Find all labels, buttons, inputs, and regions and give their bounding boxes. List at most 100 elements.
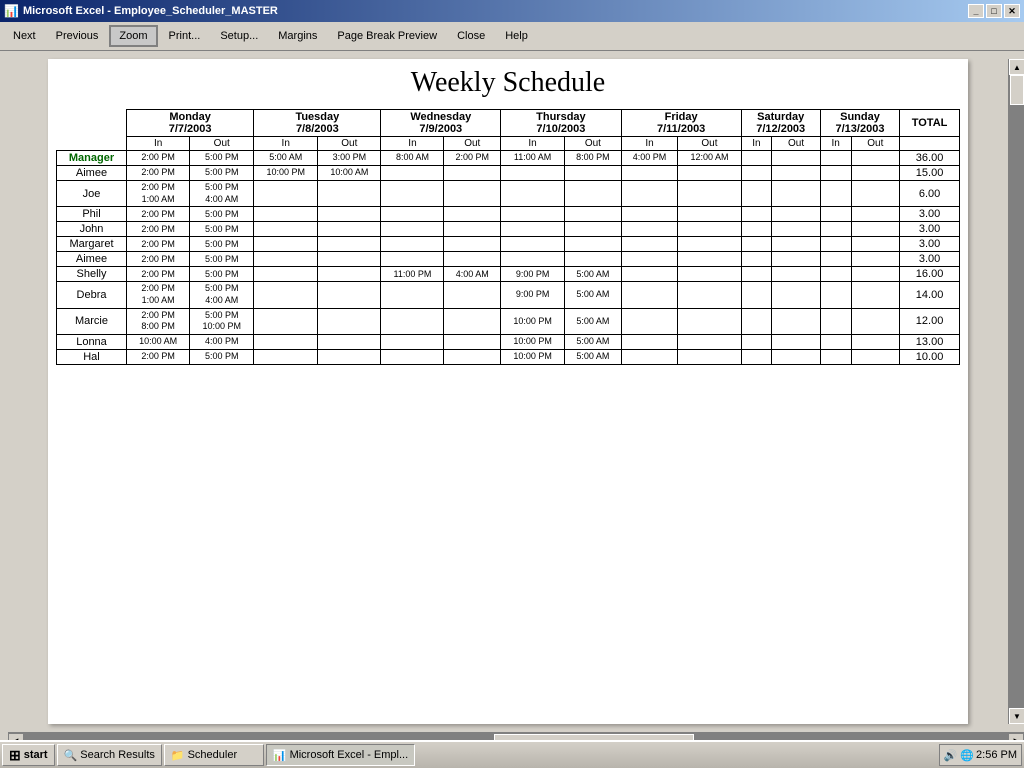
taskbar-excel-label: Microsoft Excel - Empl... [290, 749, 409, 761]
table-row: Lonna 10:00 AM 4:00 PM 10:00 PM 5:00 AM [57, 335, 960, 350]
time-cell: 10:00 PM [501, 335, 565, 350]
time-cell [741, 308, 772, 334]
setup-button[interactable]: Setup... [211, 25, 267, 47]
time-cell [741, 350, 772, 365]
employee-name: Hal [57, 350, 127, 365]
time-cell [444, 222, 501, 237]
close-button[interactable]: ✕ [1004, 4, 1020, 18]
time-cell [501, 166, 565, 181]
scroll-down-button[interactable]: ▼ [1009, 708, 1024, 724]
employee-name: Manager [57, 151, 127, 166]
employee-name: Aimee [57, 252, 127, 267]
margins-button[interactable]: Margins [269, 25, 326, 47]
toolbar: Next Previous Zoom Print... Setup... Mar… [0, 22, 1024, 51]
page-area: Weekly Schedule Monday 7/7/2003 [8, 51, 1024, 732]
total-value: 13.00 [900, 335, 960, 350]
time-cell: 2:00 PM [127, 252, 190, 267]
time-cell: 4:00 PM [621, 151, 678, 166]
time-cell [318, 267, 381, 282]
time-cell [741, 267, 772, 282]
time-cell [820, 350, 851, 365]
time-cell: 10:00 AM [127, 335, 190, 350]
help-button[interactable]: Help [496, 25, 537, 47]
page-break-preview-button[interactable]: Page Break Preview [328, 25, 446, 47]
time-cell [621, 181, 678, 207]
time-cell [444, 282, 501, 308]
close-button-toolbar[interactable]: Close [448, 25, 494, 47]
table-row: Aimee 2:00 PM 5:00 PM [57, 252, 960, 267]
total-header: TOTAL [900, 110, 960, 137]
empty-inout [57, 137, 127, 151]
time-cell [772, 151, 821, 166]
time-cell: 5:00 PM [190, 267, 254, 282]
time-cell [772, 267, 821, 282]
time-cell [772, 350, 821, 365]
zoom-button[interactable]: Zoom [109, 25, 157, 47]
schedule-container: Weekly Schedule Monday 7/7/2003 [48, 59, 968, 373]
time-cell [381, 282, 444, 308]
next-button[interactable]: Next [4, 25, 45, 47]
maximize-button[interactable]: □ [986, 4, 1002, 18]
scheduler-icon: 📁 [171, 749, 185, 762]
scroll-thumb[interactable] [1010, 75, 1024, 105]
time-cell: 5:00 PM [190, 252, 254, 267]
time-cell: 11:00 PM [381, 267, 444, 282]
taskbar-item-search[interactable]: 🔍 Search Results [57, 744, 162, 766]
schedule-table: Monday 7/7/2003 Tuesday 7/8/2003 Wednesd… [56, 109, 960, 365]
time-cell [741, 181, 772, 207]
taskbar-item-scheduler[interactable]: 📁 Scheduler [164, 744, 264, 766]
print-button[interactable]: Print... [160, 25, 210, 47]
time-cell [851, 267, 900, 282]
time-cell [851, 181, 900, 207]
time-cell [254, 335, 318, 350]
time-cell [741, 166, 772, 181]
time-cell [772, 166, 821, 181]
time-cell [565, 237, 622, 252]
time-cell [444, 237, 501, 252]
total-value: 3.00 [900, 237, 960, 252]
taskbar-clock-area: 🔊 🌐 2:56 PM [939, 744, 1022, 766]
wednesday-header: Wednesday 7/9/2003 [381, 110, 501, 137]
time-cell: 4:00 PM [190, 335, 254, 350]
content-area: Weekly Schedule Monday 7/7/2003 [8, 51, 1024, 748]
taskbar-search-label: Search Results [80, 749, 155, 761]
excel-icon: 📊 [273, 749, 287, 762]
time-cell [851, 282, 900, 308]
time-cell [621, 350, 678, 365]
time-cell: 5:00 AM [254, 151, 318, 166]
time-cell [254, 207, 318, 222]
start-button[interactable]: ⊞ start [2, 744, 55, 766]
time-cell: 2:00 PM [127, 237, 190, 252]
time-cell [820, 237, 851, 252]
time-cell [741, 282, 772, 308]
scroll-up-button[interactable]: ▲ [1009, 59, 1024, 75]
work-area: Weekly Schedule Monday 7/7/2003 [0, 51, 1024, 748]
time-cell [820, 166, 851, 181]
time-cell [741, 151, 772, 166]
scroll-track [1009, 75, 1024, 708]
time-cell [851, 252, 900, 267]
wed-out: Out [444, 137, 501, 151]
time-cell: 2:00 PM8:00 PM [127, 308, 190, 334]
employee-name: Joe [57, 181, 127, 207]
table-row: Aimee 2:00 PM 5:00 PM 10:00 PM 10:00 AM [57, 166, 960, 181]
time-cell [565, 252, 622, 267]
time-cell [254, 181, 318, 207]
time-cell: 2:00 PM1:00 AM [127, 282, 190, 308]
sunday-header: Sunday 7/13/2003 [820, 110, 899, 137]
previous-button[interactable]: Previous [47, 25, 108, 47]
total-value: 6.00 [900, 181, 960, 207]
minimize-button[interactable]: _ [968, 4, 984, 18]
vertical-scrollbar[interactable]: ▲ ▼ [1008, 59, 1024, 724]
wed-in: In [381, 137, 444, 151]
time-cell [678, 181, 741, 207]
time-cell: 2:00 PM [127, 207, 190, 222]
time-cell [381, 166, 444, 181]
time-cell [678, 308, 741, 334]
time-cell [381, 308, 444, 334]
fri-out: Out [678, 137, 741, 151]
time-cell: 2:00 PM [127, 151, 190, 166]
taskbar-item-excel[interactable]: 📊 Microsoft Excel - Empl... [266, 744, 415, 766]
time-cell [501, 222, 565, 237]
system-tray-icons: 🔊 🌐 [944, 749, 974, 762]
